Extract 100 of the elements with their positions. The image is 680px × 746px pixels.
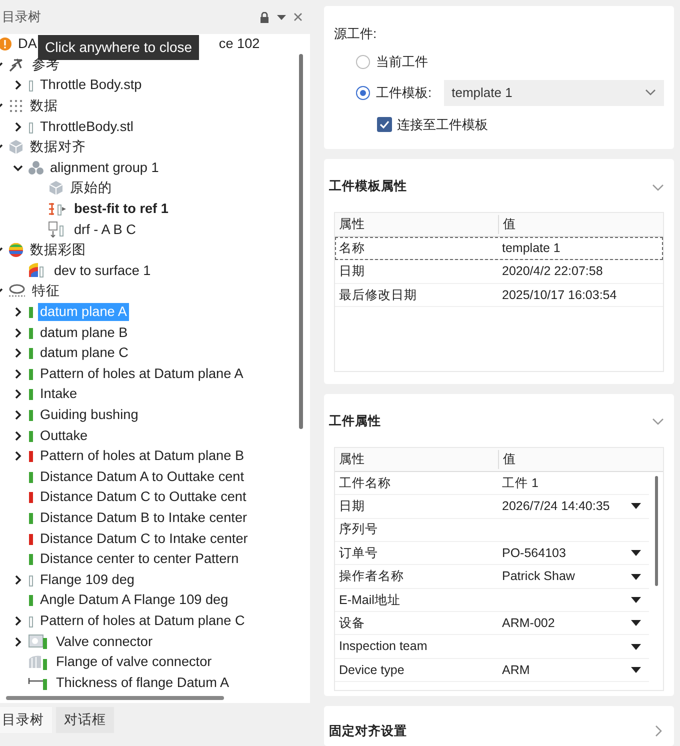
table-row[interactable]: 日期 2020/4/2 22:07:58 bbox=[335, 260, 663, 284]
column-header: 属性 bbox=[338, 216, 366, 234]
table-cell-text: 2020/4/2 22:07:58 bbox=[502, 263, 603, 280]
template-dropdown[interactable]: template 1 bbox=[444, 80, 664, 106]
tree-item[interactable]: Pattern of holes at Datum plane B bbox=[38, 447, 246, 466]
cubes-icon bbox=[28, 160, 44, 176]
section-title: 工件属性 bbox=[329, 413, 381, 430]
status-bar-icon bbox=[28, 386, 34, 402]
panel-title: 目录树 bbox=[2, 8, 42, 26]
feature-icon bbox=[8, 284, 26, 298]
tree-item[interactable]: Guiding bushing bbox=[38, 406, 140, 424]
radio-button[interactable] bbox=[356, 86, 370, 100]
tree-item[interactable]: Distance Datum B to Intake center bbox=[38, 508, 250, 527]
tree-item[interactable]: 原始的 bbox=[68, 179, 114, 198]
tree-item[interactable]: Throttle Body.stp bbox=[38, 76, 144, 94]
dropdown-icon[interactable] bbox=[631, 574, 641, 580]
tree-item[interactable]: dev to surface 1 bbox=[52, 262, 153, 280]
tree-item[interactable]: ThrottleBody.stl bbox=[38, 118, 136, 136]
flange-icon bbox=[28, 654, 50, 671]
radio-button[interactable] bbox=[356, 54, 370, 68]
valve-icon bbox=[28, 633, 50, 650]
cube-icon bbox=[48, 180, 64, 196]
table-cell-text: 订单号 bbox=[338, 544, 379, 562]
radio-label: 当前工件 bbox=[376, 52, 428, 71]
tree-item[interactable]: 特征 bbox=[30, 282, 62, 300]
tree-item[interactable]: Thickness of flange Datum A bbox=[54, 674, 232, 692]
scrollbar-thumb[interactable] bbox=[655, 476, 658, 586]
table-cell-text: 日期 bbox=[338, 498, 366, 515]
table-cell-text: template 1 bbox=[502, 240, 560, 257]
color-sphere-icon bbox=[8, 242, 24, 258]
table-row[interactable]: 最后修改日期 2025/10/17 16:03:54 bbox=[335, 284, 663, 308]
dropdown-icon[interactable] bbox=[631, 644, 641, 650]
table-cell-text: 工件名称 bbox=[338, 474, 392, 492]
table-cell-text: 2026/7/24 14:40:35 bbox=[502, 498, 610, 515]
dropdown-icon[interactable] bbox=[631, 667, 641, 674]
tree-item[interactable]: Intake bbox=[38, 385, 80, 404]
tree-item[interactable]: Distance Datum C to Outtake cent bbox=[38, 488, 248, 506]
table-cell-text: 操作者名称 bbox=[338, 568, 405, 586]
tree-item[interactable]: Pattern of holes at Datum plane C bbox=[38, 612, 247, 630]
column-header: 属性 bbox=[338, 450, 366, 468]
tree-item[interactable]: Distance Datum A to Outtake cent bbox=[38, 468, 246, 486]
tree-item[interactable]: Outtake bbox=[38, 426, 90, 445]
tree-item[interactable]: Flange of valve connector bbox=[54, 653, 214, 672]
table-cell-text: E-Mail地址 bbox=[338, 592, 402, 609]
table-cell-text: 设备 bbox=[338, 614, 366, 632]
status-bar-icon bbox=[28, 592, 34, 608]
table-cell-text: Inspection team bbox=[338, 638, 428, 656]
dropdown-icon[interactable] bbox=[631, 620, 641, 626]
tree-item[interactable]: datum plane B bbox=[38, 324, 130, 342]
tree-item[interactable]: DA bbox=[16, 35, 39, 54]
tree-item[interactable]: Distance center to center Pattern bbox=[38, 550, 241, 568]
table-cell-text: 工件 1 bbox=[502, 474, 538, 492]
checkbox-label: 连接至工件模板 bbox=[397, 116, 488, 134]
dot-grid-icon bbox=[8, 98, 24, 114]
dropdown-icon[interactable] bbox=[631, 596, 641, 603]
table-cell-text: Device type bbox=[338, 662, 406, 679]
dropdown-icon[interactable] bbox=[631, 503, 641, 510]
section-title: 固定对齐设置 bbox=[329, 723, 407, 740]
chevron-down-icon bbox=[645, 89, 656, 96]
tree-item[interactable]: drf - A B C bbox=[72, 220, 138, 239]
table-cell-text: 日期 bbox=[338, 263, 366, 280]
tree-item[interactable]: 数据 bbox=[28, 97, 60, 116]
table-cell-text: 序列号 bbox=[338, 521, 379, 538]
status-bar-icon bbox=[28, 551, 34, 568]
field-label: 源工件: bbox=[334, 25, 378, 43]
lock-icon[interactable] bbox=[260, 12, 269, 22]
table-cell-text: 2025/10/17 16:03:54 bbox=[502, 286, 617, 304]
panel-tab[interactable]: 对话框 bbox=[56, 707, 114, 734]
column-header: 值 bbox=[498, 215, 663, 234]
tree-item[interactable]: ce 102 bbox=[216, 35, 262, 54]
tree-item[interactable]: 数据彩图 bbox=[28, 241, 88, 260]
status-bar-icon bbox=[28, 345, 34, 362]
section-title: 工件模板属性 bbox=[329, 178, 407, 196]
table-row[interactable]: 名称 template 1 bbox=[335, 237, 663, 260]
tree-item[interactable]: Valve connector bbox=[54, 632, 154, 651]
tree-item[interactable]: 数据对齐 bbox=[28, 138, 88, 156]
table-cell-text: Patrick Shaw bbox=[502, 568, 575, 586]
table-cell-text: ARM-002 bbox=[502, 614, 555, 632]
dropdown-icon[interactable] bbox=[277, 14, 286, 20]
fit-icon bbox=[48, 201, 68, 218]
panel-tab[interactable]: 目录树 bbox=[0, 707, 52, 734]
dropdown-icon[interactable] bbox=[631, 550, 641, 556]
tree-item[interactable]: best-fit to ref 1 bbox=[72, 200, 170, 218]
table-cell-text: 最后修改日期 bbox=[338, 286, 418, 304]
tooltip: Click anywhere to close bbox=[38, 35, 200, 60]
cube-icon bbox=[8, 139, 24, 156]
tree-item[interactable]: Pattern of holes at Datum plane A bbox=[38, 364, 246, 383]
table-cell-text: 名称 bbox=[338, 240, 366, 257]
tree-item[interactable]: Flange 109 deg bbox=[38, 570, 136, 589]
scrollbar-thumb[interactable] bbox=[299, 54, 303, 429]
tree-item[interactable]: datum plane C bbox=[38, 344, 130, 362]
status-bar-icon bbox=[28, 448, 34, 464]
scrollbar-thumb[interactable] bbox=[6, 696, 224, 700]
tree-item[interactable]: Distance Datum C to Intake center bbox=[38, 530, 250, 548]
checkbox[interactable] bbox=[377, 116, 392, 132]
tree-item[interactable]: alignment group 1 bbox=[48, 158, 161, 177]
column-header: 值 bbox=[498, 450, 663, 469]
radio-label: 工件模板: bbox=[376, 84, 432, 102]
tree-item[interactable]: Angle Datum A Flange 109 deg bbox=[38, 591, 230, 610]
close-icon[interactable] bbox=[294, 13, 302, 21]
